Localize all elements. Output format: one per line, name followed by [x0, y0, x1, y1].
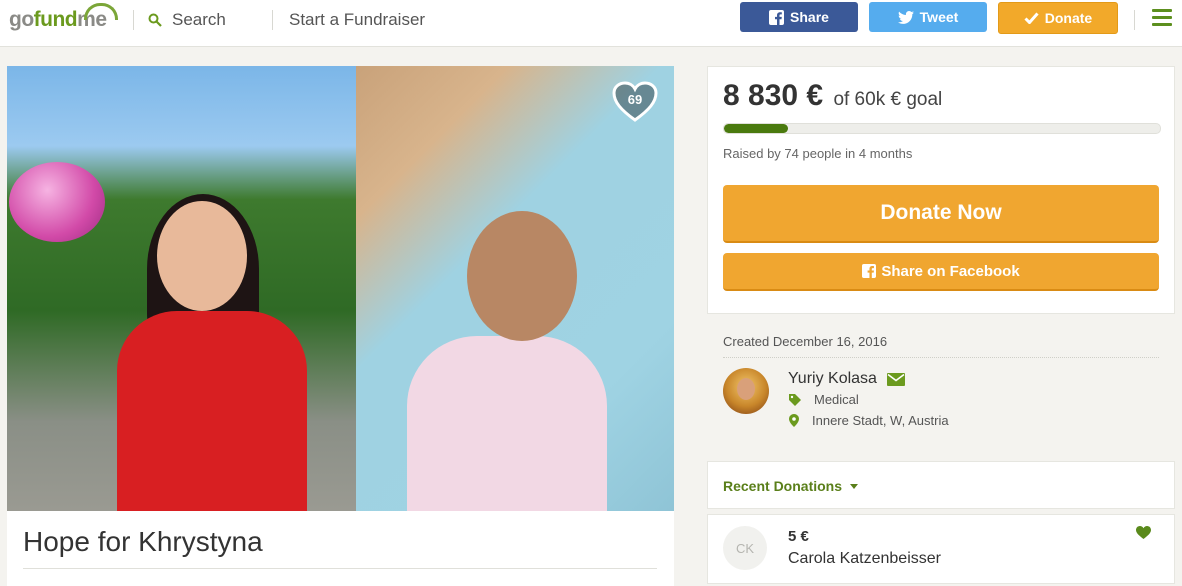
donate-top-button[interactable]: Donate: [998, 2, 1118, 34]
donation-box: 8 830 € of 60k € goal Raised by 74 peopl…: [707, 66, 1175, 314]
progress-fill: [724, 124, 789, 133]
envelope-icon[interactable]: [886, 372, 905, 386]
category-row[interactable]: Medical: [789, 392, 859, 407]
heart-count-badge[interactable]: 69: [611, 80, 659, 124]
donate-top-label: Donate: [1044, 10, 1093, 26]
nav-divider: [1134, 10, 1135, 30]
raised-amount: 8 830 €: [723, 79, 824, 112]
map-pin-icon: [789, 414, 799, 427]
recent-donations-title: Recent Donations: [723, 478, 843, 494]
donor-name: Carola Katzenbeisser: [788, 550, 941, 567]
photo-figure: [157, 201, 247, 311]
divider: [723, 357, 1159, 358]
organizer-name-text: Yuriy Kolasa: [788, 370, 877, 387]
organizer-name[interactable]: Yuriy Kolasa: [788, 370, 905, 388]
campaign-photo: 69: [7, 66, 674, 511]
location-label: Innere Stadt, W, Austria: [812, 413, 949, 428]
twitter-icon: [897, 10, 914, 24]
progress-bar: [723, 123, 1161, 134]
photo-figure: [407, 336, 607, 511]
recent-donations-toggle[interactable]: Recent Donations: [723, 478, 859, 494]
heart-count: 69: [627, 92, 643, 107]
created-date: Created December 16, 2016: [723, 334, 888, 349]
share-button-label: Share: [790, 9, 829, 25]
facebook-icon: [769, 9, 785, 25]
search-link[interactable]: Search: [148, 10, 226, 30]
facebook-icon: [862, 264, 877, 278]
category-label: Medical: [814, 392, 859, 407]
chevron-down-icon: [850, 483, 859, 489]
search-label: Search: [172, 10, 226, 29]
organizer-avatar[interactable]: [723, 368, 769, 414]
share-on-facebook-label: Share on Facebook: [881, 262, 1020, 280]
donate-now-button[interactable]: Donate Now: [723, 185, 1159, 243]
share-on-facebook-button[interactable]: Share on Facebook: [723, 253, 1159, 291]
campaign-card: 69 Hope for Khrystyna: [7, 66, 674, 586]
goal-text: of 60k € goal: [833, 89, 943, 110]
recent-donations-header[interactable]: Recent Donations: [707, 461, 1175, 509]
tweet-button-label: Tweet: [919, 9, 959, 25]
menu-icon[interactable]: [1152, 9, 1172, 30]
search-icon: [148, 13, 162, 27]
nav-divider: [272, 10, 273, 30]
tweet-button[interactable]: Tweet: [869, 2, 987, 32]
amount-raised: 8 830 € of 60k € goal: [723, 79, 942, 113]
nav-divider: [133, 10, 134, 30]
share-button[interactable]: Share: [740, 2, 858, 32]
top-navigation: gofundme Search Start a Fundraiser Share…: [0, 0, 1182, 47]
raised-by-text: Raised by 74 people in 4 months: [723, 146, 913, 161]
start-fundraiser-link[interactable]: Start a Fundraiser: [289, 10, 425, 30]
donation-amount: 5 €: [788, 528, 809, 545]
divider: [23, 568, 657, 569]
donor-avatar: CK: [723, 526, 767, 570]
balloon-shape: [9, 162, 105, 242]
location-row: Innere Stadt, W, Austria: [789, 413, 949, 428]
campaign-title: Hope for Khrystyna: [23, 526, 263, 557]
tag-icon: [789, 393, 801, 406]
photo-figure: [117, 311, 307, 511]
check-icon: [1024, 12, 1039, 24]
photo-figure: [467, 211, 577, 341]
donation-list-item: CK 5 € Carola Katzenbeisser: [707, 514, 1175, 584]
heart-icon[interactable]: [1136, 526, 1151, 539]
logo-arc-icon: [84, 3, 118, 20]
